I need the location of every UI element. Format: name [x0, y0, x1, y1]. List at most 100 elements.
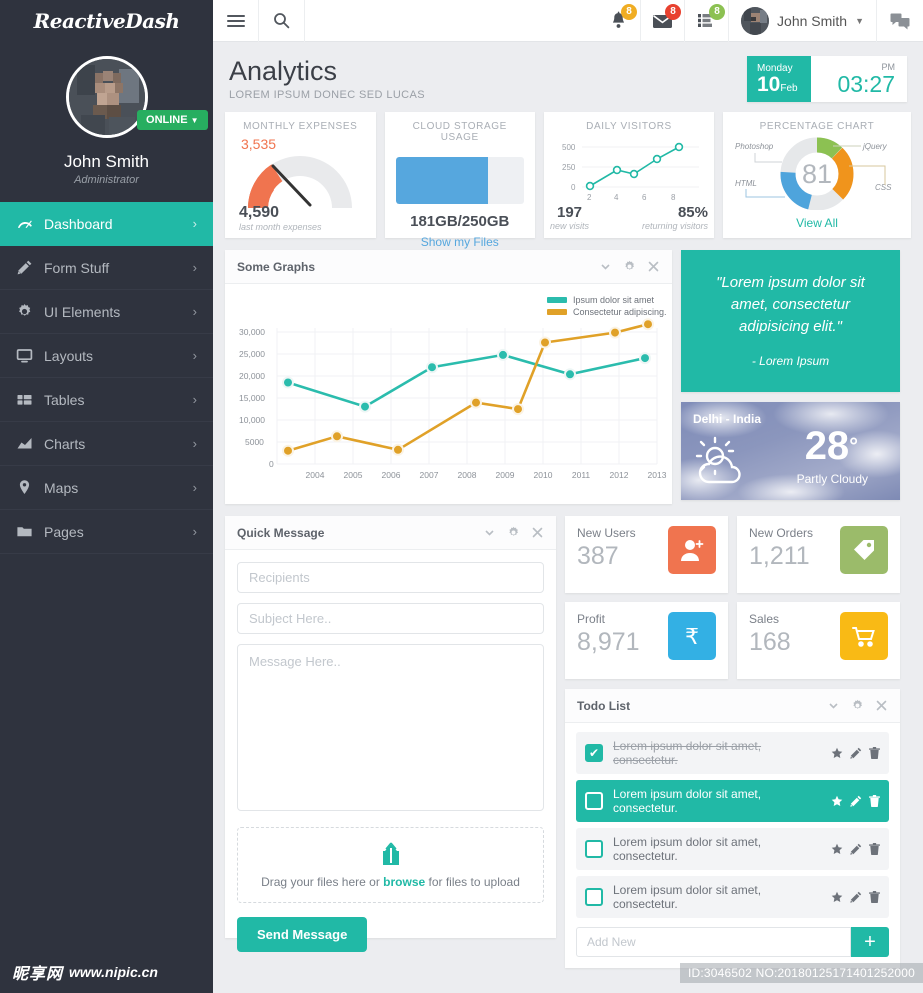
sun-cloud-icon — [695, 436, 741, 484]
trash-icon[interactable] — [869, 843, 880, 855]
send-message-button[interactable]: Send Message — [237, 917, 368, 952]
close-icon[interactable] — [647, 260, 660, 273]
todo-actions — [831, 843, 880, 855]
chevron-down-icon[interactable] — [483, 526, 496, 539]
star-icon[interactable] — [831, 795, 843, 807]
brand-logo[interactable]: ReactiveDash — [0, 0, 213, 42]
svg-text:0: 0 — [269, 459, 274, 469]
weather-city: Delhi - India — [693, 412, 762, 426]
tasks-button[interactable]: 8 — [685, 0, 730, 42]
monitor-icon — [16, 347, 44, 364]
notifications-button[interactable]: 8 — [597, 0, 642, 42]
chevron-right-icon: › — [192, 392, 197, 407]
todo-item[interactable]: Lorem ipsum dolor sit amet, consectetur. — [576, 876, 889, 918]
messages-badge: 8 — [665, 3, 682, 20]
todo-checkbox[interactable] — [585, 792, 603, 810]
svg-text:10,000: 10,000 — [239, 415, 265, 425]
panel-tools — [827, 699, 888, 712]
sidebar-item-label: Maps — [44, 479, 79, 496]
todo-checkbox[interactable] — [585, 840, 603, 858]
svg-text:500: 500 — [562, 143, 576, 152]
avatar[interactable] — [65, 56, 148, 138]
todo-checkbox[interactable]: ✔ — [585, 744, 603, 762]
messages-button[interactable]: 8 — [641, 0, 686, 42]
todo-item[interactable]: Lorem ipsum dolor sit amet, consectetur. — [576, 828, 889, 870]
svg-text:4: 4 — [614, 193, 619, 202]
file-dropzone[interactable]: Drag your files here or browse for files… — [237, 827, 544, 903]
svg-text:15,000: 15,000 — [239, 393, 265, 403]
kpi-value: 387 — [577, 542, 619, 570]
chat-bubbles-icon[interactable] — [877, 0, 923, 42]
add-todo-button[interactable]: + — [851, 927, 889, 957]
hamburger-icon[interactable] — [213, 0, 259, 42]
svg-text:30,000: 30,000 — [239, 327, 265, 337]
view-all-link[interactable]: View All — [723, 216, 911, 230]
clock-widget: Monday 10Feb PM 03:27 — [747, 56, 907, 102]
svg-text:2005: 2005 — [344, 470, 363, 480]
chevron-right-icon: › — [192, 260, 197, 275]
pencil-icon[interactable] — [850, 747, 862, 759]
todo-actions — [831, 795, 880, 807]
sidebar-item-label: Dashboard — [44, 215, 113, 232]
daily-visitors-card: DAILY VISITORS 500 250 0 2 4 6 8 197 new… — [544, 112, 714, 238]
svg-text:20,000: 20,000 — [239, 371, 265, 381]
close-icon[interactable] — [531, 526, 544, 539]
sidebar-item-maps[interactable]: Maps › — [0, 466, 213, 510]
kpi-new-orders: New Orders 1,211 — [737, 516, 900, 593]
gear-icon[interactable] — [623, 260, 636, 273]
add-todo-input[interactable] — [576, 927, 851, 957]
kpi-text: Sales 168 — [749, 612, 791, 657]
right-widgets-column: "Lorem ipsum dolor sit amet, consectetur… — [681, 250, 900, 504]
sidebar-item-pages[interactable]: Pages › — [0, 510, 213, 554]
chevron-down-icon[interactable] — [599, 260, 612, 273]
sidebar-item-ui-elements[interactable]: UI Elements › — [0, 290, 213, 334]
todo-item[interactable]: ✔ Lorem ipsum dolor sit amet, consectetu… — [576, 732, 889, 774]
chevron-right-icon: › — [192, 436, 197, 451]
search-input[interactable] — [305, 0, 597, 42]
gear-icon[interactable] — [851, 699, 864, 712]
chevron-down-icon[interactable] — [827, 699, 840, 712]
map-pin-icon — [16, 479, 44, 496]
user-menu[interactable]: John Smith ▼ — [729, 0, 877, 42]
star-icon[interactable] — [831, 843, 843, 855]
search-icon[interactable] — [259, 0, 305, 42]
recipients-input[interactable] — [237, 562, 544, 593]
sidebar-item-charts[interactable]: Charts › — [0, 422, 213, 466]
gear-icon[interactable] — [507, 526, 520, 539]
stat-cards-row: MONTHLY EXPENSES 3,535 4,590 last month … — [225, 112, 911, 249]
kpi-label: New Users — [577, 526, 636, 540]
trash-icon[interactable] — [869, 795, 880, 807]
returning-block: 85% returning visitors — [642, 204, 708, 231]
todo-item[interactable]: Lorem ipsum dolor sit amet, consectetur. — [576, 780, 889, 822]
percentage-donut-chart: 81 Photoshop jQuery HTML CSS — [735, 137, 892, 211]
subject-input[interactable] — [237, 603, 544, 634]
browse-link[interactable]: browse — [383, 875, 425, 889]
sidebar-item-tables[interactable]: Tables › — [0, 378, 213, 422]
show-my-files-link[interactable]: Show my Files — [395, 235, 526, 249]
pencil-icon[interactable] — [850, 891, 862, 903]
svg-text:2: 2 — [587, 193, 592, 202]
status-badge[interactable]: ONLINE ▼ — [137, 110, 208, 130]
kpi-text: New Users 387 — [577, 526, 636, 571]
sidebar-item-form-stuff[interactable]: Form Stuff › — [0, 246, 213, 290]
clock-date: Monday 10Feb — [747, 56, 811, 102]
profile-role: Administrator — [74, 174, 139, 186]
trash-icon[interactable] — [869, 891, 880, 903]
topbar: 8 8 8 John Smith ▼ — [213, 0, 923, 42]
pencil-icon[interactable] — [850, 795, 862, 807]
message-textarea[interactable] — [237, 644, 544, 811]
weather-condition: Partly Cloudy — [796, 472, 868, 486]
star-icon[interactable] — [831, 891, 843, 903]
sidebar-item-dashboard[interactable]: Dashboard › — [0, 202, 213, 246]
trash-icon[interactable] — [869, 747, 880, 759]
todo-checkbox[interactable] — [585, 888, 603, 906]
clock-date-number: 10Feb — [757, 74, 798, 99]
dropzone-pre: Drag your files here or — [261, 874, 384, 889]
user-name: John Smith — [777, 12, 848, 29]
pencil-icon[interactable] — [850, 843, 862, 855]
sidebar-item-layouts[interactable]: Layouts › — [0, 334, 213, 378]
close-icon[interactable] — [875, 699, 888, 712]
svg-text:2009: 2009 — [496, 470, 515, 480]
star-icon[interactable] — [831, 747, 843, 759]
todo-text: Lorem ipsum dolor sit amet, consectetur. — [613, 739, 762, 767]
